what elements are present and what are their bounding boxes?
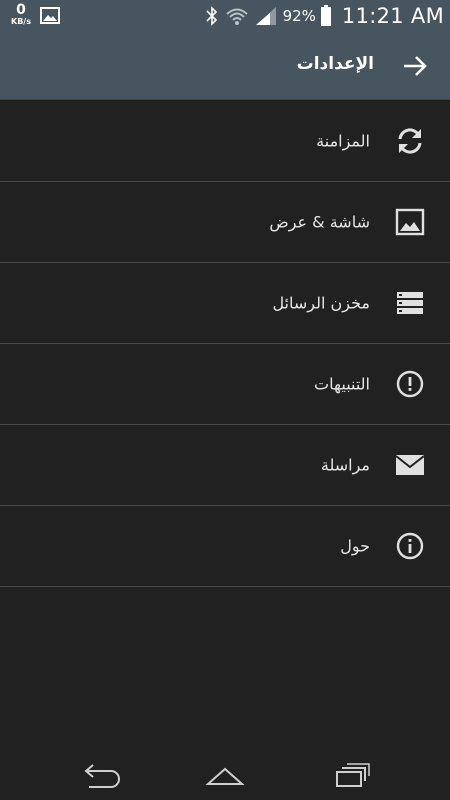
settings-item-label: المزامنة (316, 131, 370, 151)
action-bar: الإعدادات (0, 32, 450, 100)
wifi-icon (225, 6, 249, 26)
info-icon (394, 530, 426, 562)
storage-icon (394, 287, 426, 319)
settings-item-label: شاشة & عرض (269, 212, 370, 232)
settings-item-label: التنبيهات (314, 374, 370, 394)
settings-item-messaging[interactable]: مراسلة (0, 425, 450, 506)
status-bar: 0 KB/s 92% 11:21 AM (0, 0, 450, 32)
battery-icon (320, 5, 332, 27)
back-icon[interactable] (70, 760, 130, 792)
settings-item-label: مخزن الرسائل (272, 293, 370, 313)
settings-item-label: مراسلة (320, 455, 370, 475)
home-icon[interactable] (195, 760, 255, 792)
arrow-right-icon[interactable] (402, 53, 428, 79)
gallery-icon (40, 7, 60, 28)
network-speed-value: 0 (16, 2, 26, 18)
network-speed: 0 KB/s (9, 3, 33, 26)
navigation-bar (0, 752, 450, 800)
clock: 11:21 AM (341, 4, 444, 28)
bluetooth-icon (205, 6, 219, 26)
alert-icon (394, 368, 426, 400)
settings-item-notifications[interactable]: التنبيهات (0, 344, 450, 425)
network-speed-unit: KB/s (11, 17, 31, 26)
image-icon (394, 206, 426, 238)
signal-icon (255, 6, 277, 26)
settings-list: المزامنة شاشة & عرض مخزن الرسائل التنبيه… (0, 101, 450, 587)
settings-item-sync[interactable]: المزامنة (0, 101, 450, 182)
page-title: الإعدادات (296, 54, 374, 74)
settings-item-about[interactable]: حول (0, 506, 450, 587)
battery-percent: 92% (282, 7, 316, 25)
mail-icon (394, 449, 426, 481)
settings-item-storage[interactable]: مخزن الرسائل (0, 263, 450, 344)
recent-apps-icon[interactable] (322, 760, 382, 792)
settings-item-display[interactable]: شاشة & عرض (0, 182, 450, 263)
settings-item-label: حول (340, 536, 370, 556)
sync-icon (394, 125, 426, 157)
